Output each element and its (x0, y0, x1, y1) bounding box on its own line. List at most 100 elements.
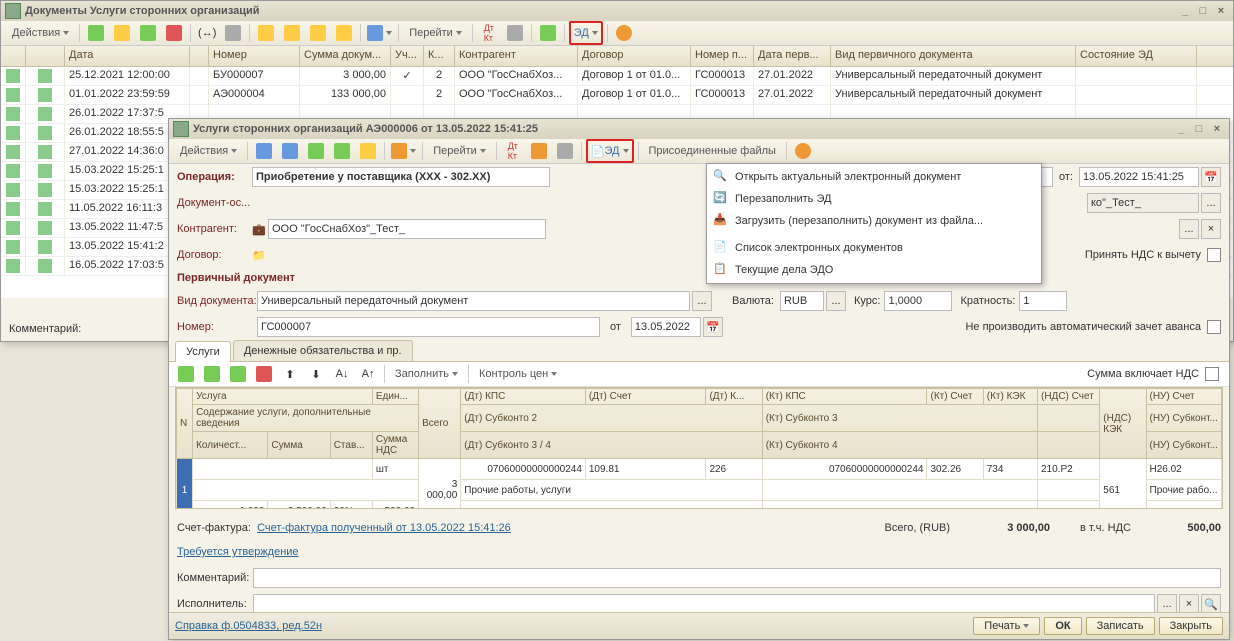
filter3-icon[interactable] (306, 23, 330, 43)
search-icon[interactable]: 🔍 (1201, 594, 1221, 614)
services-table[interactable]: N Услуга Един... Всего (Дт) КПС (Дт) Сче… (175, 387, 1223, 509)
tab-obligations[interactable]: Денежные обязательства и пр. (233, 340, 413, 361)
calendar-icon[interactable]: 📅 (703, 317, 723, 337)
minimize-button[interactable]: _ (1173, 122, 1189, 136)
save-icon[interactable] (278, 141, 302, 161)
filter2-icon[interactable] (280, 23, 304, 43)
doc-osn-input[interactable]: ко"_Тест_ (1087, 193, 1199, 213)
ok-button[interactable]: ОК (1044, 617, 1081, 635)
close-button[interactable]: × (1209, 122, 1225, 136)
ed-dropdown-button[interactable]: 📄ЭД (586, 139, 634, 163)
refresh2-icon[interactable] (536, 23, 560, 43)
nav1-icon[interactable]: (↔) (195, 23, 219, 43)
kratnost-input[interactable]: 1 (1019, 291, 1067, 311)
child-toolbar: Действия Перейти ДтКт 📄ЭД Присоединенные… (169, 139, 1229, 164)
actions-button[interactable]: Действия (6, 23, 75, 43)
nds-checkbox[interactable] (1207, 248, 1221, 262)
copy-icon[interactable] (110, 23, 134, 43)
more-button[interactable]: ... (1201, 193, 1221, 213)
struct-icon[interactable] (389, 141, 418, 161)
more-button[interactable]: ... (1157, 594, 1177, 614)
menu-load-from-file[interactable]: 📥Загрузить (перезаполнить) документ из ф… (709, 210, 1039, 232)
window-icon (173, 121, 189, 137)
filter1-icon[interactable] (254, 23, 278, 43)
kurs-input[interactable]: 1,0000 (884, 291, 952, 311)
sum-nds-checkbox[interactable] (1205, 367, 1219, 381)
reference-link[interactable]: Справка ф.0504833, ред.52н (175, 620, 322, 632)
maximize-button[interactable]: □ (1195, 4, 1211, 18)
avans-checkbox[interactable] (1207, 320, 1221, 334)
date-input[interactable]: 13.05.2022 15:41:25 (1079, 167, 1199, 187)
help-icon[interactable] (612, 23, 636, 43)
print-icon[interactable] (553, 141, 577, 161)
post-close-icon[interactable] (252, 141, 276, 161)
refresh1-icon[interactable] (221, 23, 245, 43)
date2-input[interactable]: 13.05.2022 (631, 317, 701, 337)
parent-title: Документы Услуги сторонних организаций (25, 5, 260, 17)
add-icon[interactable] (84, 23, 108, 43)
copy-row-icon[interactable] (200, 364, 224, 384)
menu-current-edo[interactable]: 📋Текущие дела ЭДО (709, 259, 1039, 281)
sort-asc-icon[interactable]: A↓ (330, 364, 354, 384)
window-icon (5, 3, 21, 19)
menu-refill-ed[interactable]: 🔄Перезаполнить ЭД (709, 188, 1039, 210)
up-icon[interactable]: ⬆ (278, 364, 302, 384)
operation-input[interactable]: Приобретение у поставщика (XXX - 302.XX) (252, 167, 550, 187)
edit-icon[interactable] (136, 23, 160, 43)
maximize-button[interactable]: □ (1191, 122, 1207, 136)
price-control-button[interactable]: Контроль цен (473, 364, 563, 384)
child-title: Услуги сторонних организаций АЭ000006 от… (193, 123, 538, 135)
edit-row-icon[interactable] (226, 364, 250, 384)
clear-button[interactable]: × (1179, 594, 1199, 614)
more-button[interactable]: ... (692, 291, 712, 311)
nomer-input[interactable]: ГС000007 (257, 317, 600, 337)
ed-dropdown-button[interactable]: ЭД (569, 21, 603, 45)
calendar-icon[interactable] (527, 141, 551, 161)
close-button[interactable]: × (1213, 4, 1229, 18)
help-icon[interactable] (791, 141, 815, 161)
delete-row-icon[interactable] (252, 364, 276, 384)
close-button[interactable]: Закрыть (1159, 617, 1223, 635)
fill-button[interactable]: Заполнить (389, 364, 464, 384)
dtkt-icon[interactable]: ДтКт (501, 141, 525, 161)
down-icon[interactable]: ⬇ (304, 364, 328, 384)
clear-button[interactable]: × (1201, 219, 1221, 239)
calendar-icon[interactable]: 📅 (1201, 167, 1221, 187)
tabs: Услуги Денежные обязательства и пр. (169, 340, 1229, 362)
print-button[interactable]: Печать (973, 617, 1040, 635)
child-titlebar: Услуги сторонних организаций АЭ000006 от… (169, 119, 1229, 139)
filter4-icon[interactable] (332, 23, 356, 43)
parent-titlebar: Документы Услуги сторонних организаций _… (1, 1, 1233, 21)
goto-button[interactable]: Перейти (427, 141, 492, 161)
tab-services[interactable]: Услуги (175, 341, 231, 362)
vid-doc-input[interactable]: Универсальный передаточный документ (257, 291, 690, 311)
menu-open-current-ed[interactable]: 🔍Открыть актуальный электронный документ (709, 166, 1039, 188)
doc-icon[interactable] (503, 23, 527, 43)
post-icon[interactable] (365, 23, 394, 43)
attached-files-button[interactable]: Присоединенные файлы (643, 141, 782, 161)
mark-icon[interactable] (162, 23, 186, 43)
menu-ed-list[interactable]: 📄Список электронных документов (709, 237, 1039, 259)
based-on-icon[interactable] (356, 141, 380, 161)
actions-button[interactable]: Действия (174, 141, 243, 161)
comment-input[interactable] (253, 568, 1221, 588)
comment-label: Комментарий: (9, 323, 81, 335)
primary-doc-header: Первичный документ (169, 268, 1229, 288)
unpost-icon[interactable] (330, 141, 354, 161)
add-row-icon[interactable] (174, 364, 198, 384)
invoice-link[interactable]: Счет-фактура полученный от 13.05.2022 15… (257, 522, 511, 534)
executor-input[interactable] (253, 594, 1155, 614)
kontragent-input[interactable]: ООО "ГосСнабХоз"_Тест_ (268, 219, 546, 239)
more-button[interactable]: ... (826, 291, 846, 311)
valuta-input[interactable]: RUB (780, 291, 824, 311)
dtkt-icon[interactable]: ДтКт (477, 23, 501, 43)
footer: Справка ф.0504833, ред.52н Печать ОК Зап… (169, 612, 1229, 639)
more-button[interactable]: ... (1179, 219, 1199, 239)
post-icon[interactable] (304, 141, 328, 161)
minimize-button[interactable]: _ (1177, 4, 1193, 18)
operation-label: Операция: (177, 171, 252, 183)
sort-desc-icon[interactable]: A↑ (356, 364, 380, 384)
approval-link[interactable]: Требуется утверждение (177, 546, 299, 558)
goto-button[interactable]: Перейти (403, 23, 468, 43)
save-button[interactable]: Записать (1086, 617, 1155, 635)
